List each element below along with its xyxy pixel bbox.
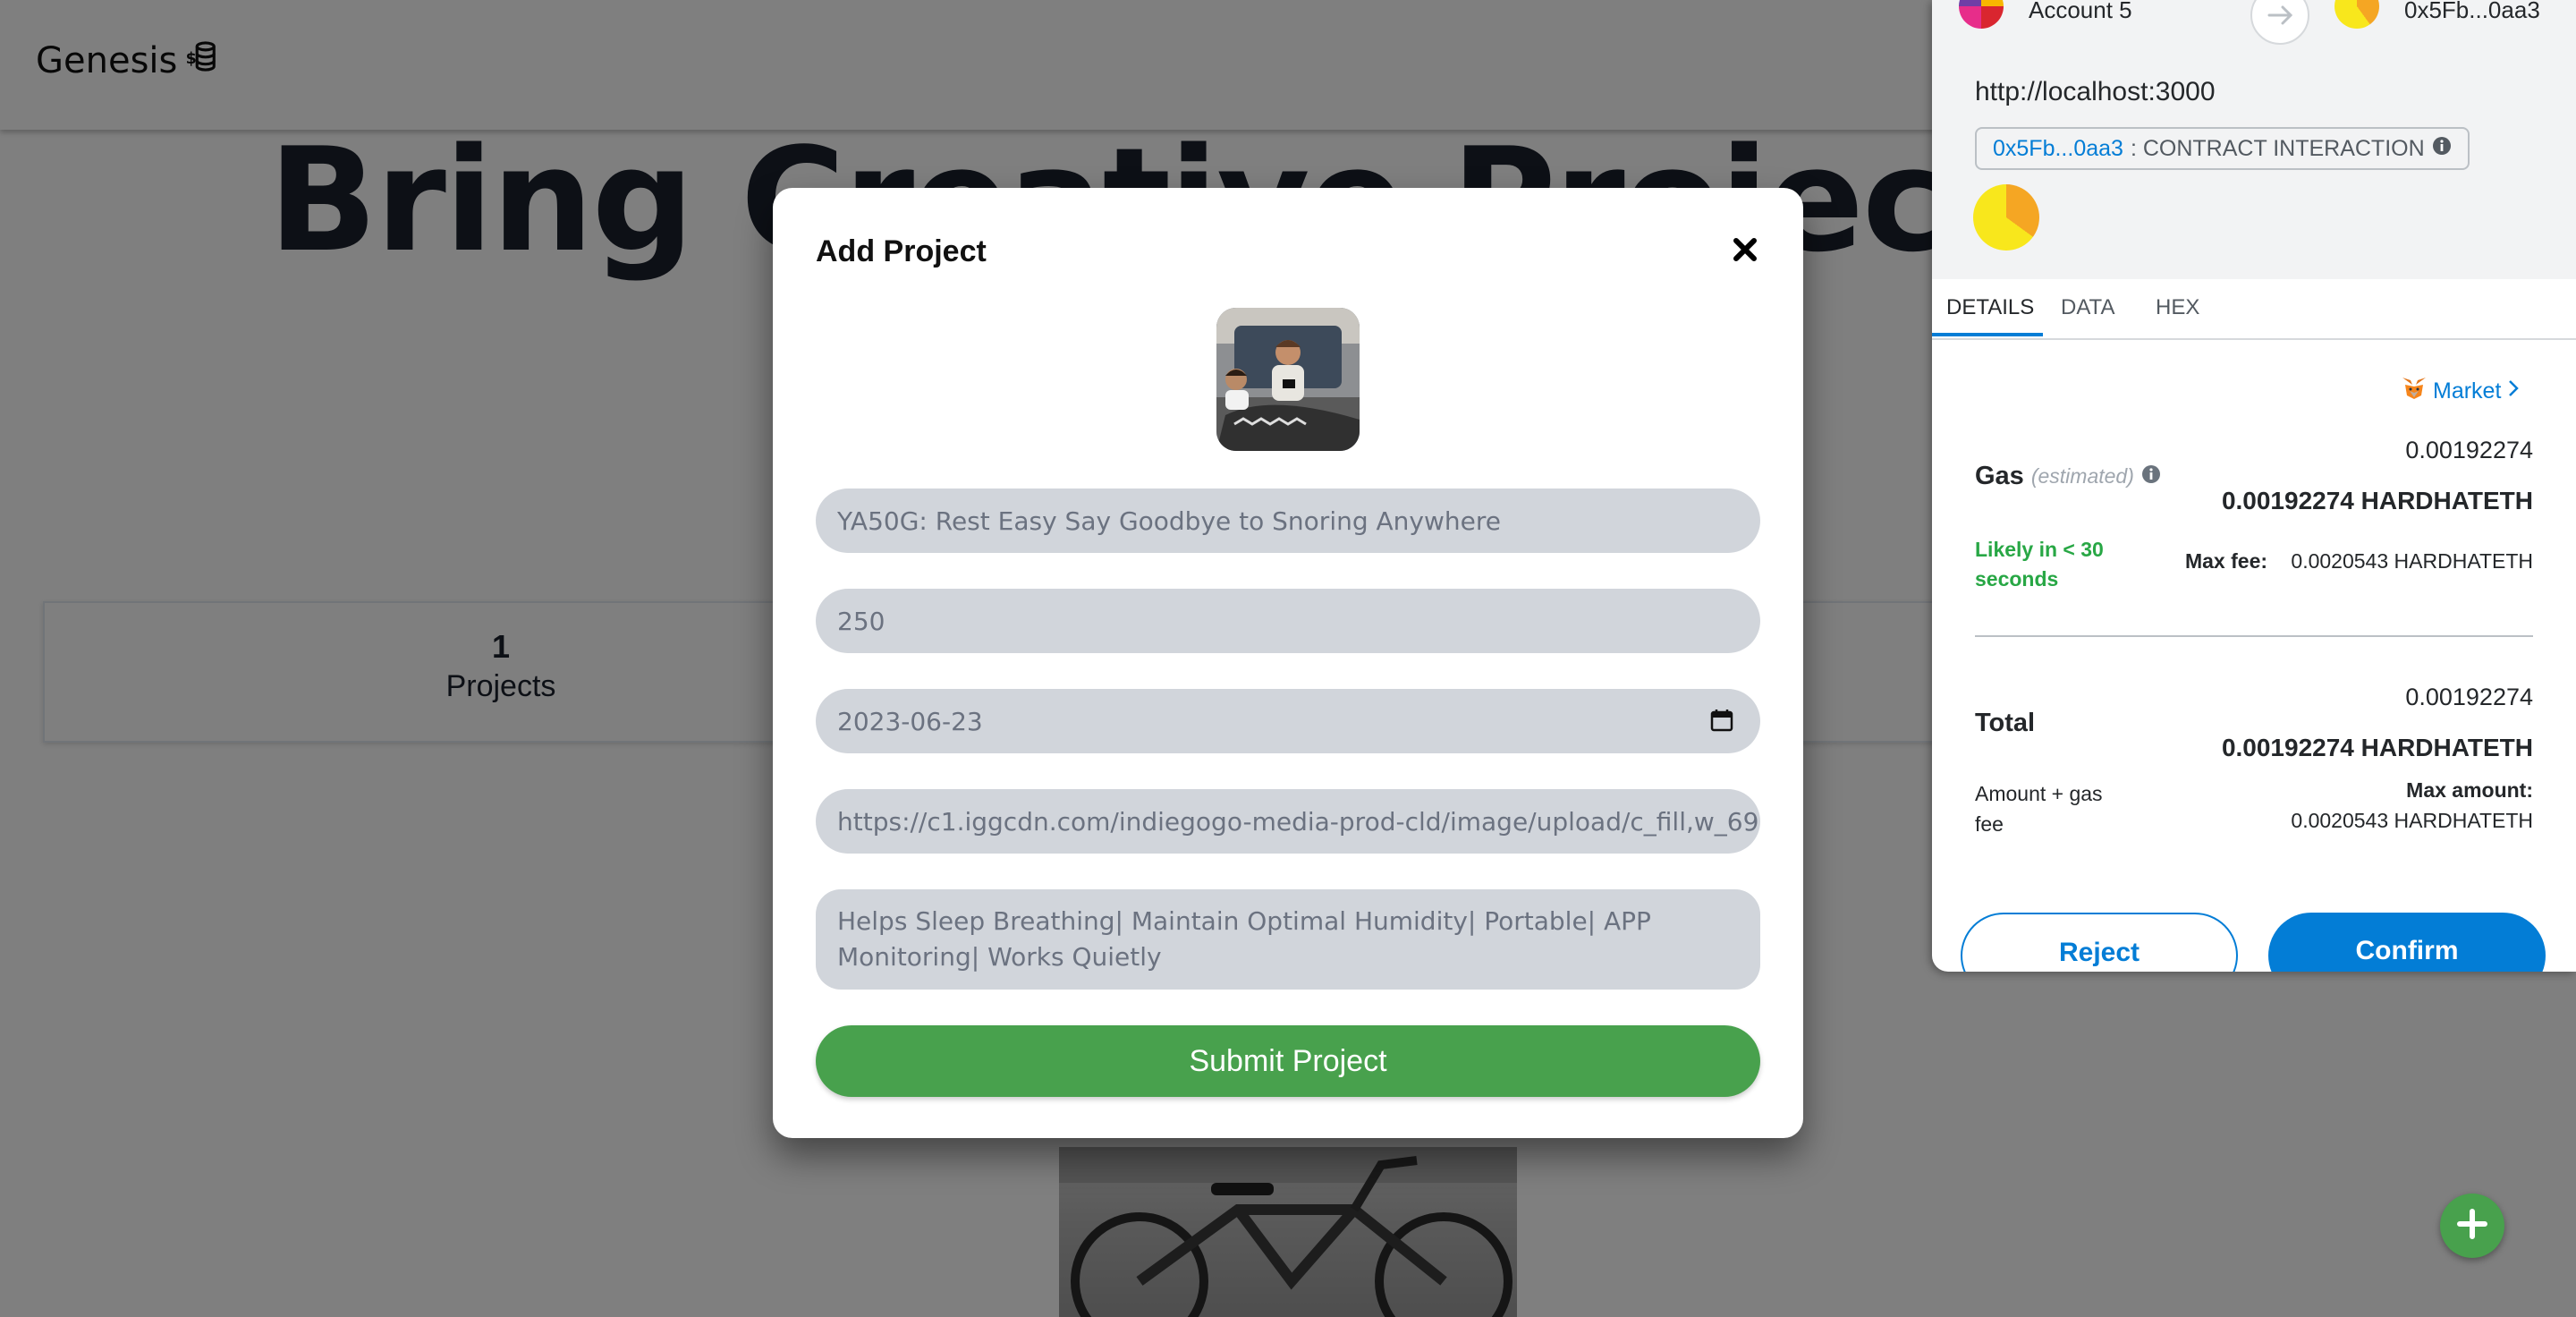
market-label: Market [2433,378,2502,404]
contract-address-link[interactable]: 0x5Fb...0aa3 [1993,136,2123,162]
total-value-small: 0.00192274 [2405,684,2533,710]
from-account-avatar [1959,0,2004,29]
project-image-preview [1216,308,1360,451]
project-date-value: 2023-06-23 [837,706,983,736]
contract-avatar [1973,184,2039,251]
section-divider [1975,635,2533,637]
metamask-header: Account 5 0x5Fb...0aa3 http://localhost:… [1932,0,2576,279]
tab-data[interactable]: DATA [2061,295,2114,320]
gas-estimated-label: (estimated) [2030,464,2134,488]
project-description-value: Helps Sleep Breathing| Maintain Optimal … [837,906,1651,972]
gas-label-row: Gas (estimated) [1975,462,2161,491]
max-amount-value: 0.0020543 HARDHATETH [2291,809,2533,832]
metamask-tabs: DETAILS DATA HEX [1932,279,2576,340]
max-fee-row: Max fee: 0.0020543 HARDHATETH [2185,549,2533,574]
submit-project-button[interactable]: Submit Project [816,1025,1760,1097]
reject-button[interactable]: Reject [1961,913,2238,972]
tab-hex[interactable]: HEX [2156,295,2199,320]
gas-value-main: 0.00192274 HARDHATETH [2221,487,2533,514]
chevron-right-icon [2506,378,2521,405]
add-project-fab[interactable] [2440,1194,2504,1258]
gas-value-small: 0.00192274 [2405,437,2533,463]
resize-handle-icon[interactable] [1742,972,1755,990]
site-origin: http://localhost:3000 [1975,77,2216,106]
project-description-textarea[interactable]: Helps Sleep Breathing| Maintain Optimal … [816,889,1760,990]
account-row: Account 5 0x5Fb...0aa3 [1959,0,2567,45]
add-project-modal: Add Project YA50G: Rest Easy Say Goodbye… [773,188,1803,1138]
max-fee-label: Max fee: [2184,549,2268,573]
confirm-button[interactable]: Confirm [2268,913,2546,972]
total-label: Total [1975,709,2036,737]
to-account-avatar [2334,0,2379,29]
arrow-right-icon [2250,0,2309,45]
plus-icon [2454,1206,2490,1246]
contract-interaction-chip[interactable]: 0x5Fb...0aa3 : CONTRACT INTERACTION [1975,127,2470,170]
max-fee-value: 0.0020543 HARDHATETH [2291,549,2533,573]
total-value-main: 0.00192274 HARDHATETH [2221,734,2533,761]
project-date-input[interactable]: 2023-06-23 [816,689,1760,753]
gas-info-icon[interactable] [2141,462,2161,491]
market-link[interactable]: Market [2401,376,2521,407]
project-image-url-input[interactable]: https://c1.iggcdn.com/indiegogo-media-pr… [816,789,1760,854]
tab-details[interactable]: DETAILS [1946,295,2034,320]
active-tab-indicator [1932,333,2043,336]
calendar-icon[interactable] [1710,709,1733,732]
project-title-input[interactable]: YA50G: Rest Easy Say Goodbye to Snoring … [816,489,1760,553]
contract-interaction-label: : CONTRACT INTERACTION [2130,135,2425,161]
modal-title: Add Project [816,234,987,268]
gas-label: Gas [1975,462,2024,490]
amount-gas-fee-label: Amount + gas fee [1975,782,2103,836]
project-cost-input[interactable]: 250 [816,589,1760,653]
close-icon[interactable] [1728,233,1762,267]
to-account-address[interactable]: 0x5Fb...0aa3 [2404,0,2540,24]
gas-likely-time: Likely in < 30 seconds [1975,538,2104,591]
from-account-name[interactable]: Account 5 [2029,0,2132,24]
info-icon[interactable] [2432,136,2452,162]
fox-icon [2401,376,2428,407]
metamask-popup: Account 5 0x5Fb...0aa3 http://localhost:… [1932,0,2576,972]
max-amount-label: Max amount: [2406,778,2533,802]
